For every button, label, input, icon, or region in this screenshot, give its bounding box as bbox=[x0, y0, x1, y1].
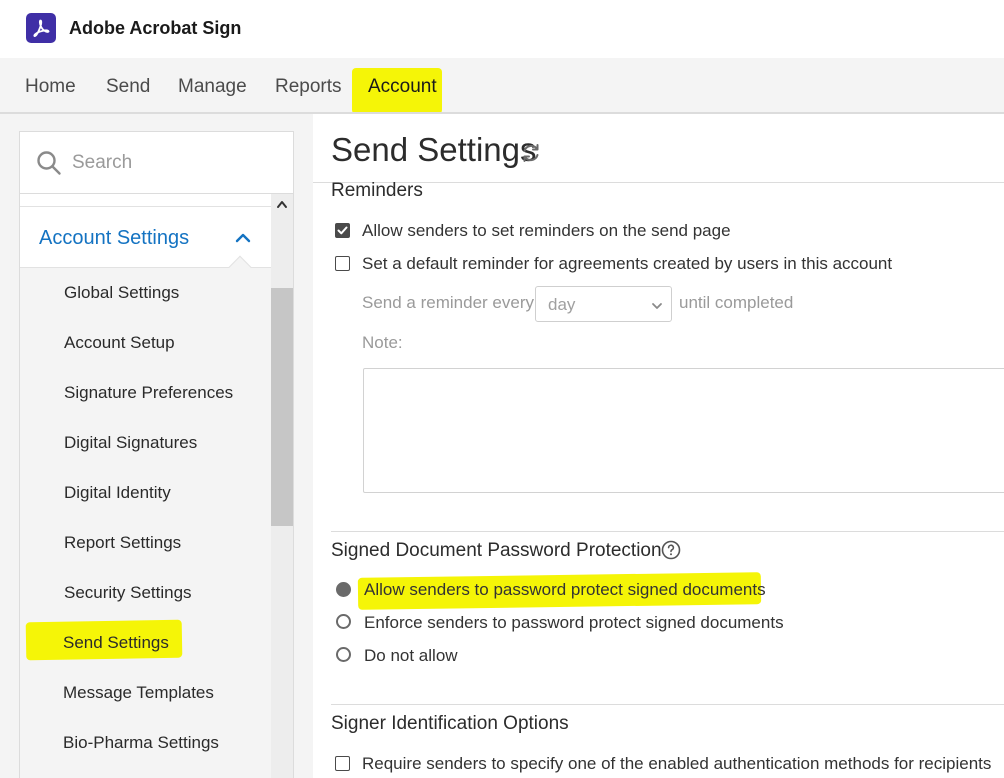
require-authentication-checkbox[interactable] bbox=[335, 756, 350, 771]
allow-password-label: Allow senders to password protect signed… bbox=[364, 580, 766, 599]
sidebar-item-account-setup[interactable]: Account Setup bbox=[64, 333, 175, 353]
sidebar-item-signature-preferences[interactable]: Signature Preferences bbox=[64, 383, 233, 403]
scrollbar-thumb[interactable] bbox=[271, 288, 293, 526]
acrobat-logo-icon[interactable] bbox=[26, 13, 56, 43]
sidebar-scrollbar[interactable] bbox=[271, 194, 293, 778]
tab-manage[interactable]: Manage bbox=[178, 76, 247, 98]
default-reminder-checkbox[interactable] bbox=[335, 256, 350, 271]
allow-reminders-checkbox[interactable] bbox=[335, 223, 350, 238]
sidebar-item-bio-pharma-settings[interactable]: Bio-Pharma Settings bbox=[63, 733, 219, 753]
do-not-allow-radio[interactable] bbox=[336, 647, 351, 662]
signer-identification-heading: Signer Identification Options bbox=[331, 713, 569, 734]
search-box bbox=[20, 132, 293, 194]
reminder-interval-value: day bbox=[548, 295, 576, 314]
sidebar-item-digital-signatures[interactable]: Digital Signatures bbox=[64, 433, 197, 453]
enforce-password-radio[interactable] bbox=[336, 614, 351, 629]
help-icon[interactable] bbox=[661, 540, 681, 560]
allow-password-radio[interactable] bbox=[336, 582, 351, 597]
chevron-down-icon bbox=[652, 303, 662, 309]
do-not-allow-label: Do not allow bbox=[364, 646, 458, 665]
allow-reminders-label: Allow senders to set reminders on the se… bbox=[362, 221, 731, 240]
sidebar-item-send-settings[interactable]: Send Settings bbox=[63, 633, 169, 653]
section-divider bbox=[331, 531, 1004, 532]
top-nav bbox=[0, 58, 1004, 113]
sidebar-item-security-settings[interactable]: Security Settings bbox=[64, 583, 192, 603]
page-title: Send Settings bbox=[331, 131, 537, 168]
scroll-up-arrow-icon[interactable] bbox=[276, 199, 288, 209]
tab-reports[interactable]: Reports bbox=[275, 76, 342, 98]
sidebar-item-digital-identity[interactable]: Digital Identity bbox=[64, 483, 171, 503]
reminder-interval-select[interactable]: day bbox=[535, 286, 672, 322]
app-title: Adobe Acrobat Sign bbox=[69, 18, 242, 38]
enforce-password-label: Enforce senders to password protect sign… bbox=[364, 613, 784, 632]
refresh-icon[interactable] bbox=[520, 142, 542, 164]
tab-account[interactable]: Account bbox=[368, 76, 437, 98]
reminder-interval-prefix: Send a reminder every bbox=[362, 293, 534, 312]
app-header: Adobe Acrobat Sign bbox=[0, 0, 1004, 58]
chevron-up-icon[interactable] bbox=[234, 229, 252, 247]
search-icon bbox=[37, 151, 61, 175]
checkmark-icon bbox=[337, 226, 348, 235]
reminder-note-label: Note: bbox=[362, 333, 403, 352]
reminder-note-textarea[interactable] bbox=[363, 368, 1004, 493]
search-input[interactable] bbox=[72, 150, 272, 176]
require-authentication-label: Require senders to specify one of the en… bbox=[362, 754, 992, 773]
sidebar-item-message-templates[interactable]: Message Templates bbox=[63, 683, 214, 703]
tab-home[interactable]: Home bbox=[25, 76, 76, 98]
sidebar-item-report-settings[interactable]: Report Settings bbox=[64, 533, 181, 553]
tab-send[interactable]: Send bbox=[106, 76, 150, 98]
account-settings-section-header[interactable]: Account Settings bbox=[20, 206, 272, 268]
reminders-heading: Reminders bbox=[331, 180, 423, 201]
sidebar: Global Settings Account Setup Signature … bbox=[19, 131, 294, 778]
password-protection-heading: Signed Document Password Protection bbox=[331, 540, 662, 561]
section-divider bbox=[331, 704, 1004, 705]
default-reminder-label: Set a default reminder for agreements cr… bbox=[362, 254, 893, 273]
reminder-interval-suffix: until completed bbox=[679, 293, 794, 312]
sidebar-item-global-settings[interactable]: Global Settings bbox=[64, 283, 179, 303]
account-settings-title: Account Settings bbox=[39, 227, 190, 249]
